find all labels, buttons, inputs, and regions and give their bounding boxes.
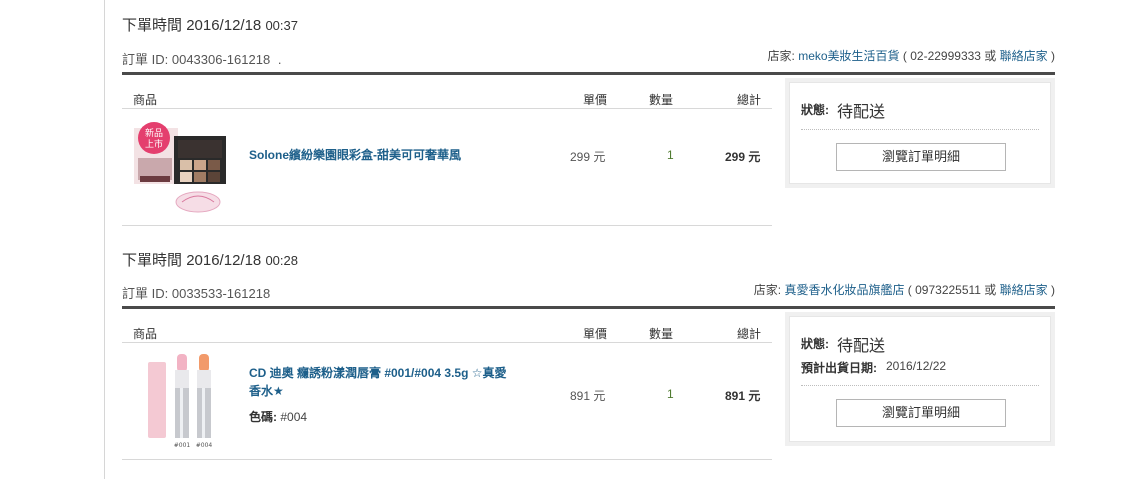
left-divider bbox=[104, 0, 105, 479]
order-date: 2016/12/18 bbox=[186, 252, 262, 269]
new-product-badge-text-2: 上市 bbox=[145, 138, 163, 150]
eta-value: 2016/12/22 bbox=[886, 359, 947, 373]
col-product: 商品 bbox=[133, 93, 158, 107]
store-phone: ( 0973225511 或 bbox=[904, 283, 1000, 297]
order-clock: 00:37 bbox=[265, 18, 298, 33]
order-id: 訂單 ID: 0043306-161218 . bbox=[122, 49, 281, 68]
header-divider bbox=[122, 108, 772, 109]
unit-price: 299 元 bbox=[570, 150, 606, 164]
store-close-paren: ) bbox=[1047, 283, 1055, 297]
dotted-divider bbox=[801, 129, 1039, 130]
status-value: 待配送 bbox=[837, 104, 886, 121]
order-divider bbox=[122, 306, 1055, 309]
status-panel-inner: 狀態: 待配送 瀏覽訂單明細 bbox=[789, 82, 1051, 184]
col-total: 總計 bbox=[737, 327, 762, 341]
order-time: 下單時間 2016/12/18 00:28 bbox=[122, 249, 298, 270]
order-id-value: 0043306-161218 bbox=[171, 52, 271, 67]
order-id-suffix: . bbox=[277, 52, 282, 67]
order-id-label: 訂單 ID: bbox=[122, 286, 169, 301]
store-info: 店家: meko美妝生活百貨 ( 02-22999333 或 聯絡店家 ) bbox=[768, 47, 1055, 64]
quantity: 1 bbox=[667, 387, 674, 401]
contact-store-link[interactable]: 聯絡店家 bbox=[1000, 49, 1048, 63]
row-divider bbox=[122, 225, 772, 226]
col-qty: 數量 bbox=[649, 327, 674, 341]
product-image[interactable]: 新品 上市 bbox=[134, 118, 230, 216]
store-name-link[interactable]: 真愛香水化妝品旗艦店 bbox=[784, 283, 904, 297]
order-id-label: 訂單 ID: bbox=[122, 52, 169, 67]
color-code-value: #004 bbox=[280, 410, 308, 424]
status-value: 待配送 bbox=[837, 338, 886, 355]
status-label: 狀態: bbox=[801, 103, 829, 117]
col-price: 單價 bbox=[583, 93, 608, 107]
store-label: 店家: bbox=[753, 283, 782, 297]
status-label: 狀態: bbox=[801, 337, 829, 351]
order-time-label: 下單時間 bbox=[122, 17, 183, 34]
store-phone: ( 02-22999333 或 bbox=[899, 49, 1000, 63]
product-name-line-1: CD 迪奧 癮誘粉漾潤唇膏 #001/#004 3.5g ☆真愛 bbox=[249, 366, 507, 380]
product-name-line-2: 香水★ bbox=[249, 384, 284, 398]
col-total: 總計 bbox=[737, 93, 762, 107]
row-divider bbox=[122, 459, 772, 460]
status-panel: 狀態: 待配送 瀏覽訂單明細 bbox=[785, 78, 1055, 188]
new-product-badge-text-1: 新品 bbox=[145, 127, 163, 139]
product-name-link[interactable]: Solone繽紛樂園眼彩盒-甜美可可奢華風 bbox=[249, 146, 461, 164]
dotted-divider bbox=[801, 385, 1039, 386]
col-qty: 數量 bbox=[649, 93, 674, 107]
order-time-label: 下單時間 bbox=[122, 252, 183, 269]
store-name-link[interactable]: meko美妝生活百貨 bbox=[798, 49, 899, 63]
store-label: 店家: bbox=[767, 49, 795, 63]
color-code: 色碼: #004 bbox=[249, 408, 307, 425]
order-divider bbox=[122, 72, 1055, 75]
col-product: 商品 bbox=[133, 327, 158, 341]
shade-tag-004: #004 bbox=[196, 442, 213, 449]
contact-store-link[interactable]: 聯絡店家 bbox=[1000, 283, 1048, 297]
status-panel-inner: 狀態: 待配送 預計出貨日期: 2016/12/22 瀏覽訂單明細 bbox=[789, 316, 1051, 442]
col-price: 單價 bbox=[583, 327, 608, 341]
line-total: 299 元 bbox=[725, 150, 761, 164]
header-divider bbox=[122, 342, 772, 343]
store-close-paren: ) bbox=[1047, 49, 1055, 63]
product-name-link[interactable]: CD 迪奧 癮誘粉漾潤唇膏 #001/#004 3.5g ☆真愛 香水★ bbox=[249, 364, 539, 400]
view-order-detail-button[interactable]: 瀏覽訂單明細 bbox=[836, 399, 1006, 427]
order-date: 2016/12/18 bbox=[186, 17, 262, 34]
status-panel: 狀態: 待配送 預計出貨日期: 2016/12/22 瀏覽訂單明細 bbox=[785, 312, 1055, 446]
shade-tag-001: #001 bbox=[174, 442, 191, 449]
order-id: 訂單 ID: 0033533-161218 bbox=[122, 283, 270, 302]
store-info: 店家: 真愛香水化妝品旗艦店 ( 0973225511 或 聯絡店家 ) bbox=[754, 281, 1055, 298]
order-clock: 00:28 bbox=[265, 253, 298, 268]
line-total: 891 元 bbox=[725, 389, 761, 403]
color-code-label: 色碼: bbox=[249, 410, 277, 424]
order-id-value: 0033533-161218 bbox=[171, 286, 271, 301]
unit-price: 891 元 bbox=[570, 389, 606, 403]
quantity: 1 bbox=[667, 148, 674, 162]
order-time: 下單時間 2016/12/18 00:37 bbox=[122, 14, 298, 35]
product-image[interactable]: #001 #004 bbox=[144, 350, 220, 450]
eta-label: 預計出貨日期: bbox=[801, 361, 877, 375]
view-order-detail-button[interactable]: 瀏覽訂單明細 bbox=[836, 143, 1006, 171]
